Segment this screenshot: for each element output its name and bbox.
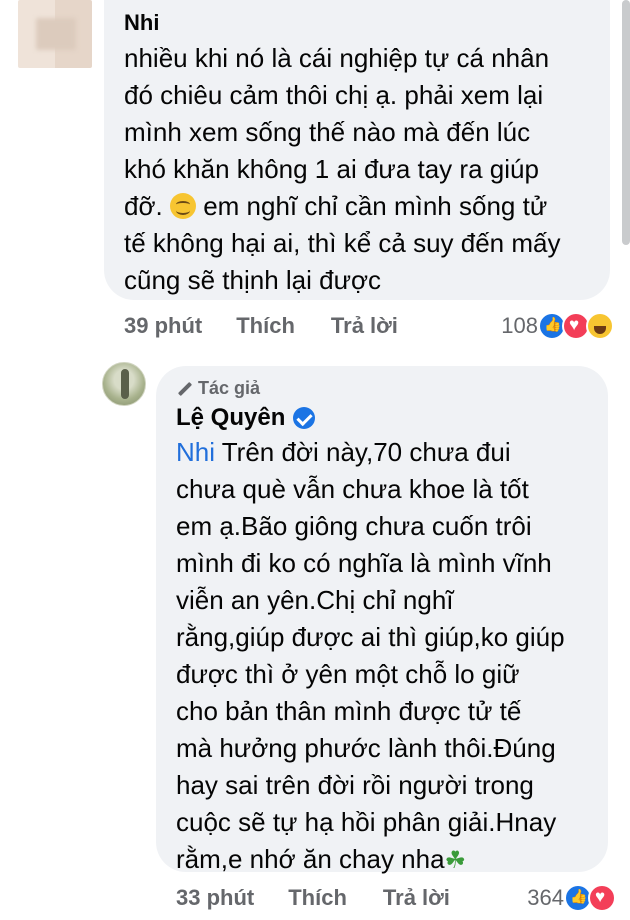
- reply-button[interactable]: Trả lời: [383, 885, 450, 911]
- comment-text: Nhi Trên đời này,70 chưa đui chưa què vẫ…: [176, 434, 606, 879]
- comment-author[interactable]: Lệ Quyên: [176, 404, 316, 432]
- comment-text-part: Trên đời này,70 chưa đui chưa què vẫn ch…: [176, 437, 565, 874]
- clover-icon: ☘: [444, 847, 467, 874]
- comment-actions: 33 phút Thích Trả lời 364: [176, 884, 616, 912]
- avatar[interactable]: [102, 362, 146, 406]
- like-button[interactable]: Thích: [236, 313, 295, 339]
- author-badge-label: Tác giả: [198, 378, 261, 398]
- scrollbar[interactable]: [622, 0, 630, 245]
- haha-reaction-icon: [586, 312, 614, 340]
- love-reaction-icon: [588, 884, 616, 912]
- comment-timestamp[interactable]: 39 phút: [124, 313, 202, 339]
- reaction-count[interactable]: 108: [501, 313, 538, 339]
- comment-author-name[interactable]: Lệ Quyên: [176, 404, 285, 432]
- comment-author[interactable]: Nhi: [124, 10, 159, 36]
- comment-timestamp[interactable]: 33 phút: [176, 885, 254, 911]
- comment-text: nhiều khi nó là cái nghiệp tự cá nhân đó…: [124, 40, 604, 299]
- reaction-count[interactable]: 364: [527, 885, 564, 911]
- like-button[interactable]: Thích: [288, 885, 347, 911]
- pen-icon: [176, 382, 190, 396]
- smiling-face-icon: [169, 193, 196, 219]
- author-badge: Tác giả: [176, 378, 260, 399]
- comment-actions: 39 phút Thích Trả lời 108: [124, 312, 614, 340]
- avatar[interactable]: [18, 0, 92, 68]
- reply-button[interactable]: Trả lời: [331, 313, 398, 339]
- verified-icon: [293, 407, 316, 429]
- mention-link[interactable]: Nhi: [176, 437, 215, 467]
